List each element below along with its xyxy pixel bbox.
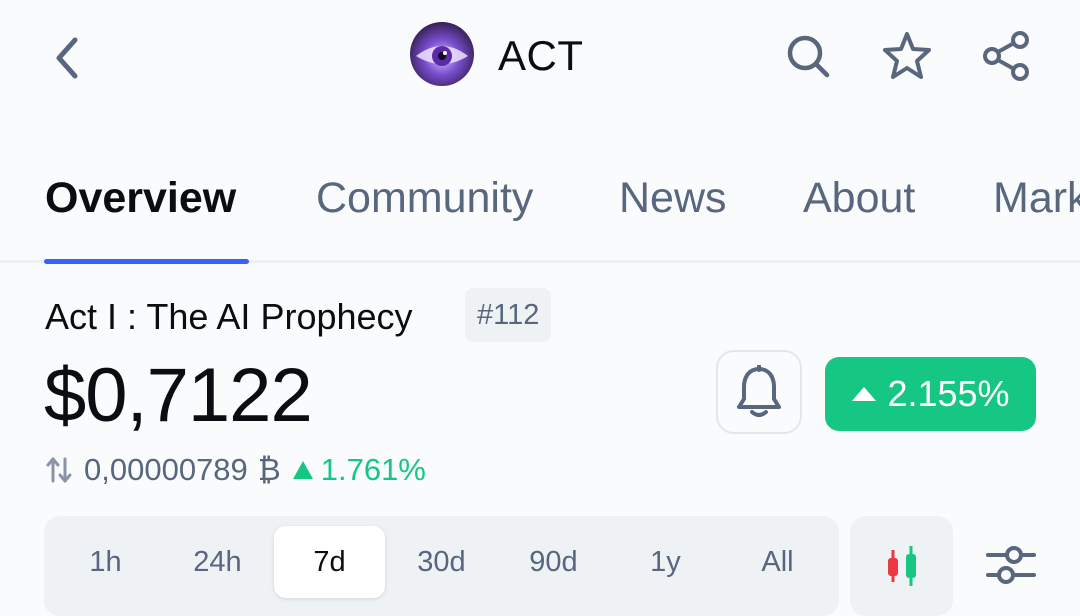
coin-name: Act I : The AI Prophecy [45, 296, 413, 337]
chart-settings-button[interactable] [978, 532, 1044, 598]
range-1h[interactable]: 1h [50, 526, 161, 598]
time-range-selector: 1h 24h 7d 30d 90d 1y All [44, 516, 839, 616]
btc-price-row[interactable]: 0,00000789 ₿ 1.761% [44, 450, 426, 490]
search-button[interactable] [780, 28, 836, 84]
swap-arrows-icon [46, 457, 72, 483]
caret-up-icon [852, 387, 877, 401]
bell-icon [737, 365, 781, 417]
sliders-icon [986, 546, 1036, 584]
btc-change: 1.761% [291, 452, 426, 488]
rank-badge: #112 [465, 288, 552, 342]
coin-symbol: ACT [498, 32, 584, 79]
range-1y[interactable]: 1y [610, 526, 721, 598]
range-all[interactable]: All [722, 526, 833, 598]
active-tab-indicator [44, 259, 249, 264]
btc-symbol: ₿ [257, 452, 281, 487]
range-90d[interactable]: 90d [498, 526, 609, 598]
back-button[interactable] [40, 30, 96, 86]
range-7d[interactable]: 7d [274, 526, 385, 598]
favorite-button[interactable] [879, 28, 935, 84]
share-icon [983, 31, 1029, 81]
tab-bar: Overview Community News About Markets [0, 160, 1080, 260]
search-icon [787, 35, 830, 78]
star-icon [883, 32, 931, 79]
share-button[interactable] [978, 28, 1034, 84]
range-30d[interactable]: 30d [386, 526, 497, 598]
btc-change-value: 1.761% [320, 452, 426, 487]
chart-type-button[interactable] [850, 516, 953, 616]
candlestick-icon [887, 546, 916, 586]
chevron-left-icon [56, 37, 78, 79]
price-alert-button[interactable] [716, 350, 802, 434]
price-change-value: 2.155% [887, 373, 1010, 414]
btc-price: 0,00000789 [84, 452, 248, 487]
tab-about[interactable]: About [803, 174, 915, 223]
tab-overview[interactable]: Overview [45, 174, 236, 223]
coin-price: $0,7122 [44, 353, 313, 438]
coin-logo [410, 22, 474, 86]
tab-markets[interactable]: Markets [993, 174, 1080, 223]
tab-news[interactable]: News [619, 174, 727, 223]
triangle-up-icon [292, 461, 313, 479]
tab-community[interactable]: Community [316, 174, 533, 223]
range-24h[interactable]: 24h [162, 526, 273, 598]
price-change-badge: 2.155% [825, 357, 1036, 431]
